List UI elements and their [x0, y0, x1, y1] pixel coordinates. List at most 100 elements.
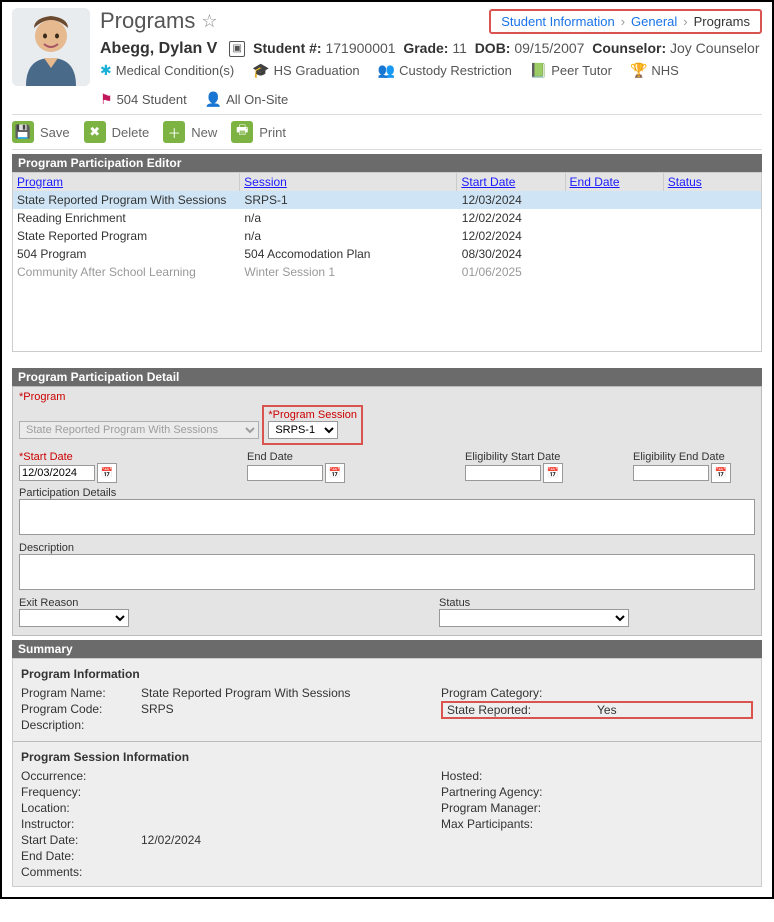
program-participation-detail: *Program State Reported Program With Ses…	[12, 386, 762, 636]
col-session[interactable]: Session	[240, 173, 457, 191]
participation-details-label: Participation Details	[19, 487, 755, 499]
session-start-date-value: 12/02/2024	[141, 833, 441, 847]
flag-nhs[interactable]: 🏆NHS	[630, 62, 679, 79]
cell-start-date: 08/30/2024	[458, 246, 566, 262]
location-label: Location:	[21, 801, 141, 815]
cell-program: Community After School Learning	[13, 264, 240, 280]
summary-section-title: Summary	[12, 640, 762, 658]
flag-peer-tutor[interactable]: 📗Peer Tutor	[530, 62, 612, 79]
cell-start-date: 12/02/2024	[458, 210, 566, 226]
flag-504[interactable]: ⚑504 Student	[100, 91, 187, 108]
end-date-input[interactable]	[247, 465, 323, 481]
program-name-label: Program Name:	[21, 686, 141, 700]
cell-program: State Reported Program With Sessions	[13, 192, 240, 208]
student-no-label: Student #:	[253, 40, 321, 56]
col-status[interactable]: Status	[664, 173, 761, 191]
comments-label: Comments:	[21, 865, 141, 879]
table-row[interactable]: Reading Enrichmentn/a12/02/2024	[13, 209, 761, 227]
table-row[interactable]: 504 Program504 Accomodation Plan08/30/20…	[13, 245, 761, 263]
frequency-label: Frequency:	[21, 785, 141, 799]
start-date-input[interactable]	[19, 465, 95, 481]
id-card-icon[interactable]: ▣	[229, 41, 245, 57]
calendar-icon[interactable]: 📅	[97, 463, 117, 483]
cell-program: Reading Enrichment	[13, 210, 240, 226]
cell-session: SRPS-1	[240, 192, 457, 208]
flag-icon: ⚑	[100, 91, 113, 108]
grid-header: Program Session Start Date End Date Stat…	[13, 173, 761, 191]
favorite-star-icon[interactable]: ☆	[201, 11, 217, 32]
cell-start-date: 12/02/2024	[458, 228, 566, 244]
save-button[interactable]: 💾Save	[12, 121, 70, 143]
cell-start-date: 12/03/2024	[458, 192, 566, 208]
cell-session: Winter Session 1	[240, 264, 457, 280]
eligibility-end-input[interactable]	[633, 465, 709, 481]
cell-status	[663, 192, 761, 208]
flag-graduation[interactable]: 🎓HS Graduation	[252, 62, 359, 79]
program-desc-label: Description:	[21, 718, 141, 732]
program-session-label: *Program Session	[268, 409, 357, 421]
detail-section-title: Program Participation Detail	[12, 368, 762, 386]
book-icon: 📗	[530, 62, 547, 79]
calendar-icon[interactable]: 📅	[711, 463, 731, 483]
action-toolbar: 💾Save ✖Delete ＋New 🖶Print	[12, 114, 762, 150]
print-button[interactable]: 🖶Print	[231, 121, 286, 143]
program-category-value	[591, 686, 753, 700]
exit-reason-select[interactable]	[19, 609, 129, 627]
eligibility-start-input[interactable]	[465, 465, 541, 481]
program-label: *Program	[19, 391, 755, 403]
breadcrumb-general[interactable]: General	[631, 14, 677, 29]
description-textarea[interactable]	[19, 554, 755, 590]
cell-status	[663, 228, 761, 244]
flag-onsite[interactable]: 👤All On-Site	[205, 91, 289, 108]
program-participation-grid: Program Session Start Date End Date Stat…	[12, 172, 762, 352]
participation-details-textarea[interactable]	[19, 499, 755, 535]
student-avatar	[12, 8, 90, 86]
person-icon: 👤	[205, 91, 222, 108]
new-button[interactable]: ＋New	[163, 121, 217, 143]
cell-status	[663, 264, 761, 280]
program-manager-label: Program Manager:	[441, 801, 591, 815]
description-label: Description	[19, 542, 755, 554]
chevron-right-icon: ›	[621, 14, 625, 29]
occurrence-label: Occurrence:	[21, 769, 141, 783]
state-reported-label: State Reported:	[447, 703, 597, 717]
session-end-date-label: End Date:	[21, 849, 141, 863]
print-icon: 🖶	[231, 121, 253, 143]
instructor-label: Instructor:	[21, 817, 141, 831]
delete-button[interactable]: ✖Delete	[84, 121, 150, 143]
asterisk-icon: ✱	[100, 62, 112, 79]
summary-panel: Program Information Program Name:State R…	[12, 658, 762, 887]
eligibility-start-label: Eligibility Start Date	[465, 451, 563, 463]
cell-end-date	[566, 210, 664, 226]
breadcrumb-student-info[interactable]: Student Information	[501, 14, 614, 29]
program-session-select[interactable]: SRPS-1	[268, 421, 338, 439]
state-reported-value: Yes	[597, 703, 747, 717]
breadcrumb-current: Programs	[694, 14, 750, 29]
cell-start-date: 01/06/2025	[458, 264, 566, 280]
col-program[interactable]: Program	[13, 173, 240, 191]
col-start-date[interactable]: Start Date	[457, 173, 565, 191]
program-select[interactable]: State Reported Program With Sessions	[19, 421, 259, 439]
table-row[interactable]: State Reported Program With SessionsSRPS…	[13, 191, 761, 209]
table-row[interactable]: State Reported Programn/a12/02/2024	[13, 227, 761, 245]
calendar-icon[interactable]: 📅	[325, 463, 345, 483]
max-participants-label: Max Participants:	[441, 817, 591, 831]
counselor-label: Counselor:	[592, 40, 666, 56]
col-end-date[interactable]: End Date	[566, 173, 664, 191]
end-date-label: End Date	[247, 451, 345, 463]
student-name: Abegg, Dylan V	[100, 40, 217, 57]
state-reported-highlight: State Reported:Yes	[441, 701, 753, 719]
table-row[interactable]: Community After School LearningWinter Se…	[13, 263, 761, 281]
cell-end-date	[566, 264, 664, 280]
cell-end-date	[566, 192, 664, 208]
cell-status	[663, 246, 761, 262]
people-icon: 👥	[378, 62, 395, 79]
flag-custody[interactable]: 👥Custody Restriction	[378, 62, 512, 79]
calendar-icon[interactable]: 📅	[543, 463, 563, 483]
save-icon: 💾	[12, 121, 34, 143]
dob-value: 09/15/2007	[514, 40, 584, 56]
status-select[interactable]	[439, 609, 629, 627]
cell-end-date	[566, 228, 664, 244]
flag-medical[interactable]: ✱Medical Condition(s)	[100, 62, 234, 79]
page-title-text: Programs	[100, 8, 195, 34]
